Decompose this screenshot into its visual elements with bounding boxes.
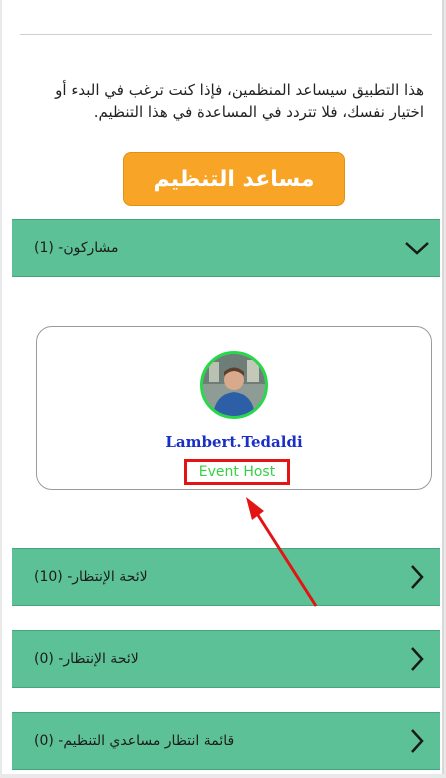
app-frame: هذا التطبيق سيساعد المنظمين، فإذا كنت تر…: [2, 0, 444, 774]
annotation-arrow: [246, 497, 318, 607]
